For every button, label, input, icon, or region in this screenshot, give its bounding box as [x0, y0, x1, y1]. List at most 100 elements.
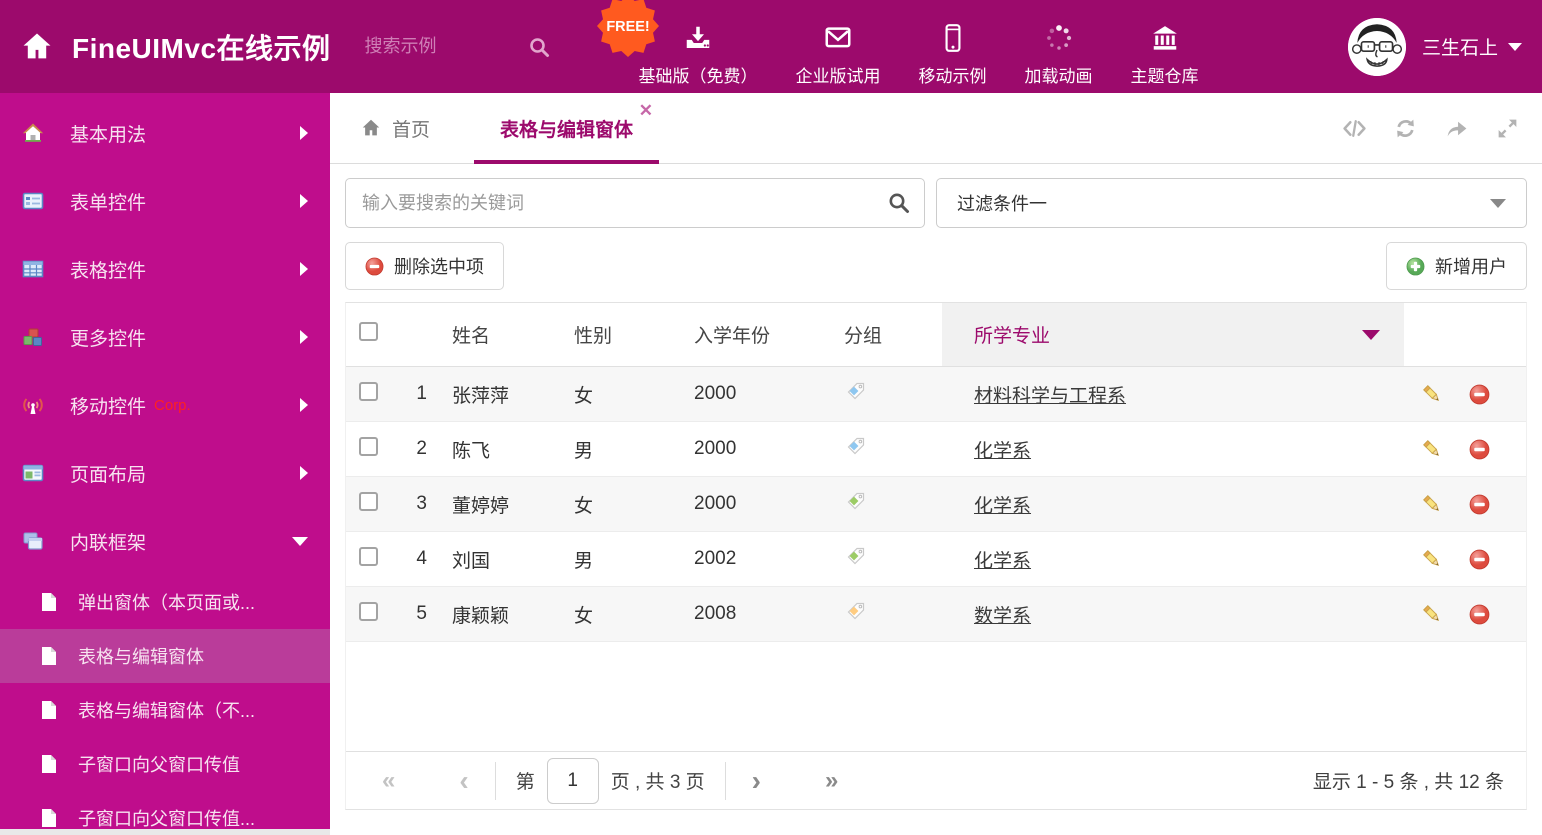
home-icon[interactable] — [20, 30, 54, 64]
cell-year: 2000 — [694, 493, 737, 514]
delete-row-icon[interactable] — [1469, 549, 1490, 570]
next-page-button[interactable] — [746, 767, 767, 795]
username[interactable]: 三生石上 — [1422, 33, 1498, 60]
pager-divider — [494, 761, 496, 800]
windows-icon — [23, 532, 43, 550]
avatar[interactable] — [1347, 17, 1406, 76]
major-link[interactable]: 化学系 — [974, 496, 1031, 517]
delete-row-icon[interactable] — [1469, 494, 1490, 515]
tag-icon — [832, 546, 942, 572]
tab-home[interactable]: 首页 — [350, 93, 440, 163]
filter-select[interactable]: 过滤条件一 — [936, 178, 1527, 228]
sidebar-item-label: 基本用法 — [70, 124, 147, 146]
select-all-checkbox[interactable] — [359, 322, 378, 341]
sidebar-subitem-grid-edit-window-2[interactable]: 表格与编辑窗体（不... — [0, 683, 330, 737]
first-page-button[interactable] — [376, 769, 401, 793]
sidebar-scrollbar[interactable] — [0, 829, 330, 835]
sidebar-item-page-layout[interactable]: 页面布局 — [0, 439, 330, 507]
nav-item-theme-repo[interactable]: 主题仓库 — [1131, 7, 1199, 87]
major-link[interactable]: 数学系 — [974, 606, 1031, 627]
cell-name: 康颖颖 — [452, 605, 510, 627]
delete-row-icon[interactable] — [1469, 439, 1490, 460]
close-icon[interactable]: ✕ — [639, 102, 653, 119]
nav-item-enterprise-trial[interactable]: 企业版试用 — [796, 7, 881, 87]
chevron-right-icon — [300, 194, 308, 208]
tab-grid-edit-window[interactable]: 表格与编辑窗体 ✕ — [474, 93, 660, 164]
prev-page-button[interactable] — [453, 767, 474, 795]
spinner-icon — [1046, 24, 1071, 50]
major-link[interactable]: 化学系 — [974, 441, 1031, 462]
share-icon[interactable] — [1444, 116, 1469, 141]
sidebar-item-label: 表单控件 — [70, 192, 147, 214]
page-number-input[interactable] — [546, 757, 599, 804]
tab-bar: 首页 表格与编辑窗体 ✕ — [330, 93, 1542, 164]
search-icon[interactable] — [527, 35, 551, 59]
sidebar-subitem-child-to-parent[interactable]: 子窗口向父窗口传值 — [0, 737, 330, 791]
sidebar-subitem-grid-edit-window[interactable]: 表格与编辑窗体 — [0, 629, 330, 683]
edit-pencil-icon[interactable] — [1422, 494, 1443, 515]
major-link[interactable]: 化学系 — [974, 551, 1031, 572]
bank-icon — [1152, 25, 1177, 50]
row-checkbox[interactable] — [359, 436, 378, 456]
cell-gender: 男 — [574, 440, 594, 462]
sidebar-subitem-label: 弹出窗体（本页面或... — [78, 593, 256, 613]
layout-icon — [22, 464, 44, 482]
header-search-input[interactable] — [364, 36, 515, 57]
edit-pencil-icon[interactable] — [1422, 549, 1443, 570]
code-icon[interactable] — [1342, 116, 1367, 141]
sidebar-subitem-child-to-parent-2[interactable]: 子窗口向父窗口传值... — [0, 791, 330, 829]
cell-name: 刘国 — [452, 550, 491, 572]
edit-pencil-icon[interactable] — [1422, 384, 1443, 405]
file-icon — [42, 809, 56, 827]
column-header-year[interactable]: 入学年份 — [682, 321, 832, 348]
nav-item-loading-animation[interactable]: 加载动画 — [1025, 7, 1093, 87]
column-header-group[interactable]: 分组 — [832, 321, 942, 348]
edit-pencil-icon[interactable] — [1422, 439, 1443, 460]
delete-row-icon[interactable] — [1469, 604, 1490, 625]
chevron-right-icon — [300, 126, 308, 140]
delete-selected-label: 删除选中项 — [394, 257, 484, 277]
tab-label: 首页 — [392, 119, 431, 141]
main-panel: 首页 表格与编辑窗体 ✕ 过滤条件一 — [330, 93, 1542, 835]
grid-toolbar: 删除选中项 新增用户 — [345, 242, 1527, 290]
column-header-major[interactable]: 所学专业 — [942, 303, 1404, 366]
home-icon — [362, 119, 380, 136]
add-user-button[interactable]: 新增用户 — [1386, 242, 1527, 290]
column-header-name[interactable]: 姓名 — [440, 321, 562, 348]
row-checkbox[interactable] — [359, 601, 378, 621]
user-menu[interactable]: 三生石上 — [1347, 17, 1522, 76]
tag-icon — [832, 491, 942, 517]
row-checkbox[interactable] — [359, 491, 378, 511]
sidebar-item-mobile-controls[interactable]: 移动控件 Corp. — [0, 371, 330, 439]
tab-toolbar — [1342, 93, 1520, 163]
minus-circle-icon — [365, 257, 384, 275]
column-header-gender[interactable]: 性别 — [562, 321, 682, 348]
nav-item-mobile-demo[interactable]: 移动示例 — [919, 7, 987, 87]
nav-item-basic-edition[interactable]: FREE! 基础版（免费） — [596, 0, 758, 87]
cell-year: 2008 — [694, 603, 737, 624]
delete-selected-button[interactable]: 删除选中项 — [345, 242, 504, 290]
tag-icon — [832, 381, 942, 407]
app-title: FineUIMvc在线示例 — [72, 32, 331, 64]
row-checkbox[interactable] — [359, 381, 378, 401]
expand-icon[interactable] — [1495, 116, 1520, 141]
edit-pencil-icon[interactable] — [1422, 604, 1443, 625]
sidebar-item-grid-controls[interactable]: 表格控件 — [0, 235, 330, 303]
sidebar-subitem-popup-window[interactable]: 弹出窗体（本页面或... — [0, 575, 330, 629]
row-checkbox[interactable] — [359, 546, 378, 566]
major-link[interactable]: 材料科学与工程系 — [974, 386, 1126, 407]
chevron-right-icon — [300, 466, 308, 480]
keyword-search-input[interactable] — [346, 192, 874, 214]
grid-header-row: 姓名 性别 入学年份 分组 所学专业 — [346, 303, 1526, 367]
sidebar-item-basic-usage[interactable]: 基本用法 — [0, 99, 330, 167]
sidebar-item-more-controls[interactable]: 更多控件 — [0, 303, 330, 371]
house-icon — [22, 123, 44, 142]
keyword-searchbox — [345, 178, 925, 228]
delete-row-icon[interactable] — [1469, 384, 1490, 405]
search-button[interactable] — [874, 179, 924, 227]
refresh-icon[interactable] — [1393, 116, 1418, 141]
last-page-button[interactable] — [819, 769, 844, 793]
sidebar-item-form-controls[interactable]: 表单控件 — [0, 167, 330, 235]
nav-item-label: 企业版试用 — [795, 66, 881, 86]
sidebar-item-iframe[interactable]: 内联框架 — [0, 507, 330, 575]
